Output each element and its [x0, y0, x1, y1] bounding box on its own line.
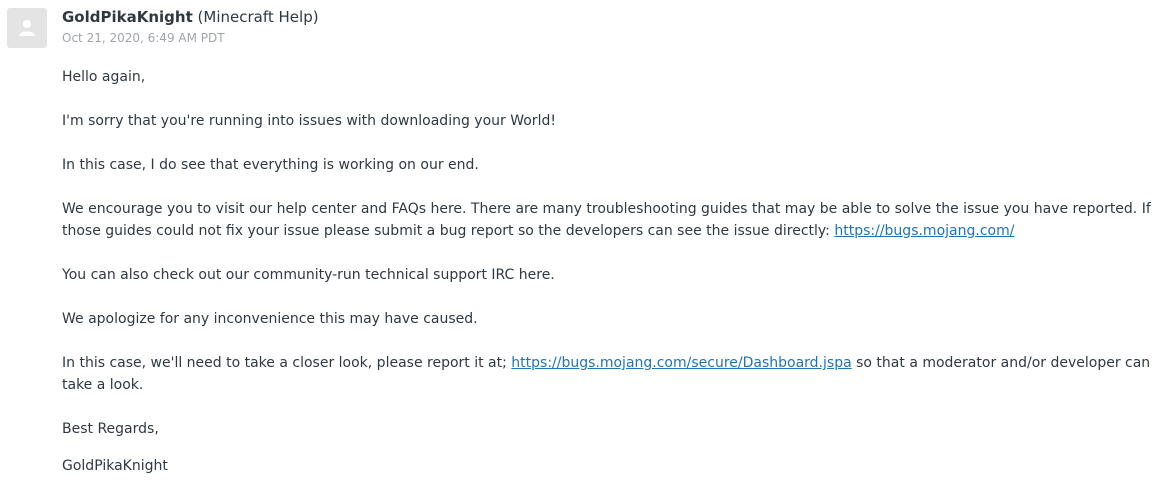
- user-icon: [19, 20, 35, 36]
- report-text-before: In this case, we'll need to take a close…: [62, 355, 507, 371]
- bug-tracker-link[interactable]: https://bugs.mojang.com/: [834, 223, 1014, 239]
- signature-paragraph: GoldPikaKnight: [62, 458, 168, 474]
- author-line: GoldPikaKnight (Minecraft Help): [62, 7, 1172, 27]
- comment-header: GoldPikaKnight (Minecraft Help) Oct 21, …: [62, 7, 1172, 46]
- encourage-paragraph: We encourage you to visit our help cente…: [62, 198, 1166, 242]
- author-name[interactable]: GoldPikaKnight: [62, 8, 193, 26]
- avatar: [7, 8, 47, 48]
- report-paragraph: In this case, we'll need to take a close…: [62, 352, 1166, 396]
- author-group: (Minecraft Help): [197, 8, 319, 26]
- apologize-paragraph: We apologize for any inconvenience this …: [62, 311, 478, 327]
- regards-paragraph: Best Regards,: [62, 421, 159, 437]
- comment-timestamp: Oct 21, 2020, 6:49 AM PDT: [62, 31, 225, 45]
- comment-body: Hello again, I'm sorry that you're runni…: [62, 66, 1166, 499]
- dashboard-link[interactable]: https://bugs.mojang.com/secure/Dashboard…: [511, 355, 851, 371]
- greeting-paragraph: Hello again,: [62, 69, 146, 85]
- apology-paragraph: I'm sorry that you're running into issue…: [62, 113, 556, 129]
- status-paragraph: In this case, I do see that everything i…: [62, 157, 479, 173]
- irc-paragraph: You can also check out our community-run…: [62, 267, 555, 283]
